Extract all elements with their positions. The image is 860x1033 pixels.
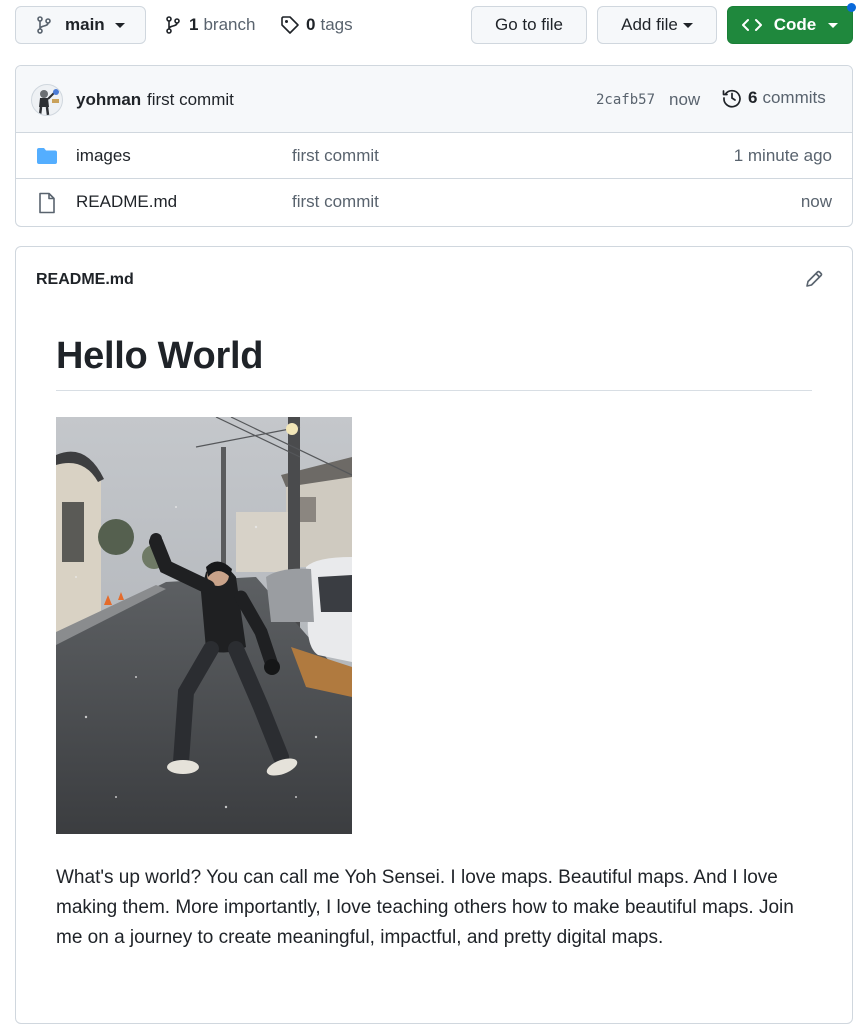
code-label: Code	[773, 15, 817, 34]
go-to-file-label: Go to file	[494, 15, 564, 34]
branch-name: main	[65, 15, 105, 34]
avatar[interactable]	[31, 84, 63, 116]
folder-icon	[37, 148, 57, 164]
avatar-figure-icon	[38, 89, 59, 115]
pencil-icon[interactable]	[804, 269, 824, 289]
branch-count: 1	[189, 15, 199, 34]
photo-image	[56, 417, 352, 834]
commit-time: now	[669, 90, 701, 109]
tag-icon	[281, 16, 299, 34]
branch-icon	[37, 16, 51, 34]
readme-paragraph: What's up world? You can call me Yoh Sen…	[56, 867, 794, 948]
file-row-images[interactable]: images first commit 1 minute ago	[16, 133, 852, 179]
tag-word: tags	[320, 15, 353, 34]
commit-count: 6	[748, 88, 758, 107]
tags-link[interactable]: 0 tags	[280, 15, 353, 35]
branch-word: branch	[203, 15, 256, 34]
readme-photo	[56, 417, 352, 834]
file-commit-message[interactable]: first commit	[292, 192, 379, 212]
chevron-down-icon	[682, 22, 693, 28]
file-commit-message[interactable]: first commit	[292, 146, 379, 166]
tag-count: 0	[306, 15, 316, 34]
commit-message[interactable]: first commit	[147, 90, 234, 110]
chevron-down-icon	[828, 22, 839, 28]
commit-sha[interactable]: 2cafb57	[596, 92, 655, 108]
file-row-readme[interactable]: README.md first commit now	[16, 179, 852, 225]
readme-panel: README.md Hello World What's up world? Y…	[15, 246, 853, 1024]
file-name[interactable]: images	[76, 146, 131, 166]
branch-select-button[interactable]: main	[15, 6, 146, 44]
file-age: now	[800, 192, 832, 211]
code-icon	[741, 19, 762, 31]
add-file-button[interactable]: Add file	[597, 6, 717, 44]
readme-heading: Hello World	[56, 335, 812, 391]
code-button[interactable]: Code	[727, 6, 853, 44]
latest-commit-bar: yohman first commit 2cafb57 now 6 commit…	[16, 66, 852, 133]
go-to-file-button[interactable]: Go to file	[471, 6, 587, 44]
add-file-label: Add file	[621, 15, 678, 34]
file-list: yohman first commit 2cafb57 now 6 commit…	[15, 65, 853, 227]
readme-file-title[interactable]: README.md	[36, 271, 134, 289]
branches-link[interactable]: 1 branch	[165, 15, 255, 35]
commit-author[interactable]: yohman	[76, 90, 141, 110]
commit-count-word: commits	[762, 88, 826, 107]
file-age: 1 minute ago	[733, 146, 832, 165]
branch-icon	[166, 16, 180, 34]
commits-link[interactable]: 6 commits	[722, 88, 826, 108]
history-icon	[722, 89, 741, 108]
chevron-down-icon	[114, 22, 125, 28]
notification-dot	[847, 3, 856, 12]
file-icon	[39, 192, 55, 214]
file-name[interactable]: README.md	[76, 192, 177, 212]
